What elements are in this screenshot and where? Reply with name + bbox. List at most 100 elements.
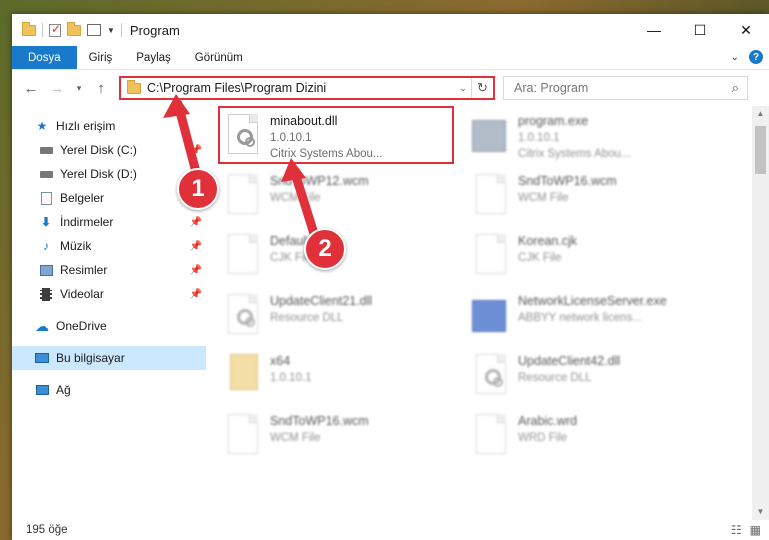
file-list: minabout.dll 1.0.10.1 Citrix Systems Abou.… [206, 106, 769, 520]
vertical-scrollbar[interactable]: ▲ ▼ [752, 106, 769, 520]
drive-icon [38, 167, 54, 181]
scroll-down-icon[interactable]: ▼ [752, 504, 769, 520]
file-detail: WRD File [518, 432, 568, 444]
up-button[interactable]: ↑ [90, 80, 112, 97]
sidebar-item-label: Videolar [60, 287, 104, 301]
sidebar-item-label: İndirmeler [60, 215, 114, 229]
file-detail: 1.0.10.1 [518, 132, 560, 144]
sidebar-item-onedrive[interactable]: ☁ OneDrive [12, 314, 206, 338]
sidebar-item-label: OneDrive [56, 319, 107, 333]
file-item[interactable]: Arabic.wrd WRD File [468, 410, 704, 468]
file-icon [472, 234, 510, 282]
file-item[interactable]: SndToWP16.wcm WCM File [468, 170, 704, 228]
sidebar-item-label: Yerel Disk (D:) [60, 167, 137, 181]
minimize-button[interactable]: — [631, 14, 677, 46]
download-icon: ⬇ [40, 215, 52, 229]
expand-ribbon-chevron-icon[interactable]: ⌄ [731, 52, 739, 63]
computer-icon [34, 351, 50, 365]
scroll-up-icon[interactable]: ▲ [752, 106, 769, 122]
sidebar-item-local-disk-c[interactable]: Yerel Disk (C:) 📌 [12, 138, 206, 162]
file-item[interactable]: SndToWP16.wcm WCM File [220, 410, 456, 468]
file-name: UpdateClient21.dll [270, 294, 373, 308]
sidebar-item-this-pc[interactable]: Bu bilgisayar [12, 346, 206, 370]
file-name: program.exe [518, 114, 589, 128]
dll-file-icon [472, 354, 510, 402]
folder-icon [22, 21, 36, 36]
pictures-icon [38, 263, 54, 277]
tab-home[interactable]: Giriş [77, 46, 125, 69]
window-title: Program [129, 22, 180, 38]
recent-locations-button[interactable]: ▾ [72, 83, 86, 94]
search-placeholder: Ara: Program [514, 81, 589, 95]
sidebar-item-label: Ağ [56, 383, 71, 397]
folder-icon [127, 79, 141, 94]
content-area: ★ Hızlı erişim Yerel Disk (C:) 📌 Yerel D… [12, 106, 769, 520]
file-item[interactable]: SndToWP12.wcm WCM File [220, 170, 456, 228]
explorer-window: ▼ Program — ☐ ✕ Dosya Giriş Paylaş Görün… [12, 14, 769, 540]
file-icon [472, 174, 510, 222]
item-count: 195 öğe [26, 524, 68, 536]
pin-icon: 📌 [189, 264, 202, 276]
file-name: Arabic.wrd [518, 414, 578, 428]
ribbon-tabs: Dosya Giriş Paylaş Görünüm ⌄ ? [12, 46, 769, 70]
address-bar[interactable]: C:\Program Files\Program Dizini ⌄ ↻ [119, 76, 495, 100]
file-item[interactable]: UpdateClient42.dll Resource DLL [468, 350, 704, 408]
sidebar-item-videos[interactable]: Videolar 📌 [12, 282, 206, 306]
search-input[interactable]: Ara: Program ⌕ [503, 76, 748, 100]
view-properties-icon[interactable] [87, 24, 101, 36]
callout-2-badge: 2 [304, 228, 346, 270]
video-icon [38, 287, 54, 301]
search-icon: ⌕ [731, 80, 739, 95]
forward-button[interactable]: → [46, 80, 68, 97]
file-icon [224, 414, 262, 462]
file-description: Citrix Systems Abou... [518, 148, 631, 160]
help-icon[interactable]: ? [749, 50, 763, 64]
sidebar-item-network[interactable]: Ağ [12, 378, 206, 402]
address-history-chevron-icon[interactable]: ⌄ [455, 83, 471, 94]
refresh-icon[interactable]: ↻ [471, 78, 493, 98]
folder-icon [224, 354, 262, 402]
sidebar-item-downloads[interactable]: ⬇ İndirmeler 📌 [12, 210, 206, 234]
file-name: x64 [270, 354, 291, 368]
maximize-button[interactable]: ☐ [677, 14, 723, 46]
scrollbar-thumb[interactable] [755, 126, 766, 174]
sidebar-item-pictures[interactable]: Resimler 📌 [12, 258, 206, 282]
quick-access-toolbar: ▼ [22, 21, 122, 37]
documents-icon [38, 191, 54, 205]
file-item[interactable]: program.exe 1.0.10.1 Citrix Systems Abou..… [468, 110, 704, 168]
file-detail: WCM File [270, 432, 321, 444]
tab-share[interactable]: Paylaş [124, 46, 183, 69]
toolbar-divider [42, 23, 43, 37]
file-detail: 1.0.10.1 [270, 372, 312, 384]
tab-file[interactable]: Dosya [12, 46, 77, 69]
window-controls: — ☐ ✕ [631, 14, 769, 46]
file-name: SndToWP12.wcm [270, 174, 369, 188]
music-icon: ♪ [43, 239, 49, 253]
pin-icon: 📌 [189, 240, 202, 252]
details-view-icon[interactable]: ☷ [731, 523, 742, 537]
sidebar-item-music[interactable]: ♪ Müzik 📌 [12, 234, 206, 258]
tab-view[interactable]: Görünüm [183, 46, 255, 69]
file-name: UpdateClient42.dll [518, 354, 621, 368]
sidebar-item-quick-access[interactable]: ★ Hızlı erişim [12, 114, 206, 138]
file-item[interactable]: NetworkLicenseServer.exe ABBYY network li… [468, 290, 704, 348]
file-name: SndToWP16.wcm [518, 174, 617, 188]
back-button[interactable]: ← [20, 80, 42, 97]
status-bar: 195 öğe ☷ ▦ [12, 520, 769, 540]
properties-check-icon[interactable] [49, 22, 61, 37]
file-detail: Resource DLL [518, 372, 592, 384]
file-icon [224, 174, 262, 222]
dll-file-icon [224, 294, 262, 342]
address-path[interactable]: C:\Program Files\Program Dizini [147, 81, 455, 95]
customize-toolbar-chevron-icon[interactable]: ▼ [107, 26, 115, 35]
large-icons-view-icon[interactable]: ▦ [750, 523, 761, 537]
drive-icon [38, 143, 54, 157]
close-button[interactable]: ✕ [723, 14, 769, 46]
file-item[interactable]: Korean.cjk CJK File [468, 230, 704, 288]
file-item[interactable]: x64 1.0.10.1 [220, 350, 456, 408]
new-folder-icon[interactable] [67, 21, 81, 36]
file-item[interactable]: UpdateClient21.dll Resource DLL [220, 290, 456, 348]
star-icon: ★ [36, 119, 48, 133]
callout-1-badge: 1 [177, 168, 219, 210]
title-bar: ▼ Program — ☐ ✕ [12, 14, 769, 46]
